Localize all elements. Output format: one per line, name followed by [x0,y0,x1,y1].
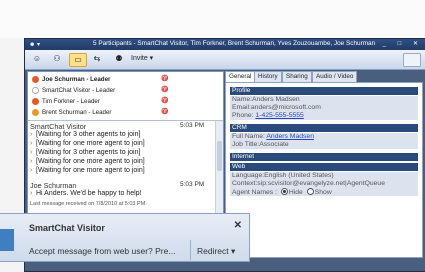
chat-scrollbar[interactable] [215,121,223,221]
tab-audio-video[interactable]: Audio / Video [312,71,358,82]
window-title: 5 Participants - SmartChat Visitor, Tim … [93,40,376,47]
details-pane: General History Sharing Audio / Video Pr… [225,71,423,258]
web-language: Language:English (United States) [230,172,418,180]
add-people-icon[interactable]: ⚉ [111,53,127,65]
hide-radio[interactable] [280,188,288,195]
section-profile: Profile [230,87,418,95]
crm-job-title: Job Title:Associate [230,141,418,149]
presence-icon [32,98,39,105]
show-radio[interactable] [306,188,314,195]
incoming-chat-notification[interactable]: SmartChat Visitor ✕ Accept message from … [0,213,250,262]
microphone-icon: ♈ [161,87,169,93]
redirect-button[interactable]: Redirect ▾ [197,246,235,257]
phone-link[interactable]: 1-425-555-5555 [255,112,303,119]
divider [190,240,191,260]
chat-message: [Waiting for one more agent to join] [30,158,145,165]
presence-icon [32,87,39,94]
general-panel: Profile Name:Anders Madsen Email:anders@… [225,82,423,258]
microphone-icon: ♈ [161,76,169,82]
toolbar: ☺ ⚇ ▭ ⇆ ⚉ Invite ▾ [25,50,425,70]
section-crm: CRM [230,124,418,132]
tab-bar: General History Sharing Audio / Video [225,71,421,83]
agent-names-setting: Agent Names : Hide Show [230,188,418,196]
microphone-icon: ♈ [161,98,169,104]
last-received-status: Last message received on 7/8/2010 at 5:0… [30,201,147,207]
notification-icon [0,229,14,251]
section-web: Web [230,163,418,171]
tab-history[interactable]: History [254,71,282,82]
full-name-link[interactable]: Anders Madsen [266,133,314,140]
section-internet: Internet [230,153,418,161]
presence-icon [32,109,39,116]
chat-message: [Waiting for 3 other agents to join] [30,149,140,156]
participant-list: Joe Schurman - Leader ♈ SmartChat Visito… [28,72,223,121]
window-controls[interactable]: _ □ ✕ [383,40,423,47]
accept-message-link[interactable]: Accept message from web user? Pre... [29,246,175,256]
crm-full-name: Full Name: Anders Madsen [230,133,418,141]
chat-history: SmartChat Visitor 5:03 PM [Waiting for 3… [28,121,213,223]
scroll-thumb[interactable] [217,141,222,171]
chat-message: [Waiting for one more agent to join] [30,167,145,174]
options-icon[interactable] [403,53,421,67]
conversation-pane: Joe Schurman - Leader ♈ SmartChat Visito… [27,71,224,224]
chat-message: Hi Anders. We'd be happy to help! [30,190,141,197]
message-time: 5:03 PM [180,181,205,188]
share-icon[interactable]: ⇆ [89,53,105,65]
participant-item[interactable]: Brent Schurman - Leader ♈ [30,107,220,118]
contact-card-icon[interactable]: ⚇ [49,53,65,65]
im-window-icon[interactable]: ▭ [69,53,87,67]
profile-email: Email:anders@microsoft.com [230,104,418,112]
invite-button[interactable]: Invite ▾ [131,54,153,62]
message-time: 5:03 PM [180,122,205,129]
chat-message: [Waiting for 3 other agents to join] [30,131,140,138]
close-icon[interactable]: ✕ [234,220,242,231]
message-sender: SmartChat Visitor [30,122,87,131]
participant-item[interactable]: Tim Forkner - Leader ♈ [30,96,220,107]
message-sender: Joe Schurman [30,181,77,190]
title-bar: ☻ ▾ 5 Participants - SmartChat Visitor, … [25,39,425,50]
chat-message: [Waiting for one more agent to join] [30,140,145,147]
profile-phone: Phone: 1-425-555-5555 [230,112,418,120]
emoticon-icon[interactable]: ☺ [29,53,45,65]
notification-title: SmartChat Visitor [29,223,105,233]
presence-icon [32,76,39,83]
desktop-background [0,0,425,38]
app-menu-icon[interactable]: ☻ ▾ [29,41,40,48]
microphone-icon: ♈ [161,109,169,115]
participant-item[interactable]: SmartChat Visitor - Leader ♈ [30,85,220,96]
participant-item[interactable]: Joe Schurman - Leader ♈ [30,74,220,85]
profile-name: Name:Anders Madsen [230,96,418,104]
tab-sharing[interactable]: Sharing [282,71,312,82]
web-context: Context:sip:scvisitor@evangelyze.net|Age… [230,180,418,188]
